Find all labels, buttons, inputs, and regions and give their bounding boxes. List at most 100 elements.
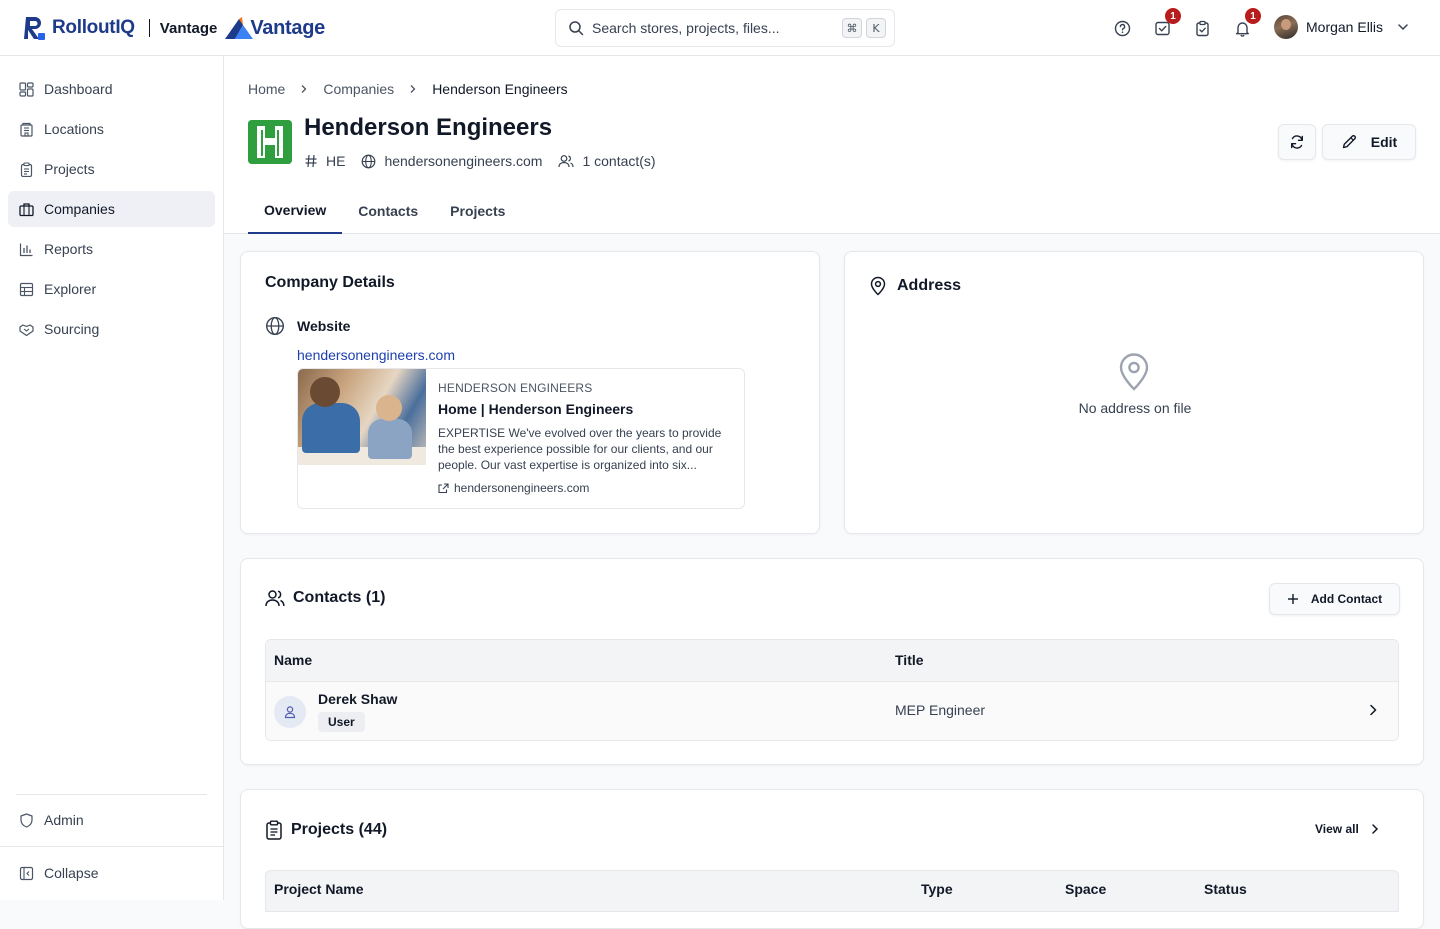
sidebar-item-companies[interactable]: Companies (8, 191, 215, 227)
contact-title: MEP Engineer (895, 702, 986, 718)
tasks-button[interactable]: 1 (1148, 8, 1181, 42)
tab-bar: Overview Contacts Projects (248, 188, 521, 234)
column-header-title[interactable]: Title (895, 652, 924, 668)
edit-button[interactable]: Edit (1322, 124, 1416, 160)
user-name: Morgan Ellis (1306, 19, 1384, 35)
henderson-h-logo-icon (248, 120, 292, 164)
role-badge: User (318, 712, 365, 732)
add-contact-button[interactable]: Add Contact (1269, 583, 1400, 615)
sidebar-divider (16, 794, 207, 795)
preview-url-text: hendersonengineers.com (454, 481, 590, 495)
sidebar-item-explorer[interactable]: Explorer (8, 271, 215, 307)
vantage-logo-word: Vantage (250, 16, 325, 39)
projects-header: Projects (44) (265, 820, 387, 840)
bar-chart-icon (18, 241, 34, 257)
refresh-button[interactable] (1278, 124, 1316, 160)
global-search[interactable]: ⌘ K (555, 9, 895, 47)
sidebar-collapse-icon (18, 865, 34, 881)
preview-url: hendersonengineers.com (438, 481, 589, 495)
sidebar: Dashboard Locations Projects Companies R… (0, 56, 224, 900)
contacts-header: Contacts (1) (265, 589, 385, 607)
website-link[interactable]: hendersonengineers.com (297, 347, 455, 363)
company-logo (248, 120, 292, 164)
contacts-title: Contacts (1) (293, 589, 386, 606)
sidebar-item-reports[interactable]: Reports (8, 231, 215, 267)
globe-icon (265, 316, 285, 336)
users-icon (558, 154, 575, 168)
company-details-title: Company Details (265, 274, 395, 291)
sidebar-item-dashboard[interactable]: Dashboard (8, 71, 215, 107)
edit-button-label: Edit (1370, 134, 1398, 150)
company-contacts-value: 1 contact(s) (582, 153, 656, 169)
top-icon-group: 1 1 (1108, 8, 1261, 42)
column-header-name[interactable]: Name (274, 652, 312, 668)
sidebar-item-label: Collapse (44, 865, 99, 881)
chevron-right-icon (408, 84, 418, 94)
company-code: HE (304, 153, 345, 169)
map-pin-icon (870, 276, 886, 296)
contacts-table: Name Title Derek Shaw User MEP Engineer (265, 639, 1399, 741)
rolloutiq-logo-icon (24, 17, 45, 40)
top-bar: RolloutIQ Vantage Vantage ⌘ K 1 (0, 0, 1440, 56)
shortcut-mod-key: ⌘ (842, 18, 862, 38)
table-header: Name Title (266, 640, 1398, 682)
notifications-badge: 1 (1245, 8, 1261, 24)
preview-site-name: HENDERSON ENGINEERS (438, 381, 593, 395)
view-all-projects-link[interactable]: View all (1315, 822, 1381, 836)
vantage-mountain-icon (225, 17, 254, 39)
brand-divider (148, 19, 150, 37)
breadcrumb: Home Companies Henderson Engineers (248, 81, 568, 97)
tab-overview[interactable]: Overview (248, 188, 343, 234)
breadcrumb-home[interactable]: Home (248, 81, 285, 97)
link-preview-card[interactable]: HENDERSON ENGINEERS Home | Henderson Eng… (297, 368, 745, 509)
preview-description: EXPERTISE We've evolved over the years t… (438, 426, 722, 472)
breadcrumb-companies[interactable]: Companies (323, 81, 394, 97)
shield-icon (18, 812, 34, 828)
search-icon (569, 21, 584, 36)
user-avatar (1274, 15, 1298, 39)
user-icon (284, 706, 296, 719)
notifications-button[interactable]: 1 (1228, 8, 1261, 42)
column-header-space[interactable]: Space (1065, 881, 1106, 897)
link-preview-image (298, 369, 426, 465)
help-button[interactable] (1108, 14, 1136, 42)
search-input[interactable] (592, 20, 838, 36)
sidebar-item-label: Reports (44, 241, 94, 257)
dashboard-icon (18, 81, 34, 97)
user-menu[interactable]: Morgan Ellis (1274, 15, 1409, 39)
column-header-status[interactable]: Status (1204, 881, 1247, 897)
brand[interactable]: RolloutIQ Vantage Vantage (24, 14, 325, 42)
chevron-right-icon (1366, 703, 1380, 717)
website-label: Website (297, 318, 351, 334)
table-row[interactable]: Derek Shaw User MEP Engineer (266, 682, 1398, 740)
sidebar-item-sourcing[interactable]: Sourcing (8, 311, 215, 347)
sidebar-item-locations[interactable]: Locations (8, 111, 215, 147)
address-empty-text: No address on file (1078, 400, 1192, 416)
company-meta: HE hendersonengineers.com 1 contact(s) (304, 153, 672, 169)
briefcase-icon (18, 201, 34, 217)
sidebar-item-label: Companies (44, 201, 115, 217)
projects-card: Projects (44) View all Project Name Type… (240, 789, 1424, 929)
sidebar-item-label: Explorer (44, 281, 97, 297)
projects-table-header: Project Name Type Space Status (265, 870, 1399, 912)
page-title: Henderson Engineers (304, 114, 553, 141)
view-all-label: View all (1315, 822, 1359, 836)
column-header-type[interactable]: Type (921, 881, 953, 897)
sidebar-item-projects[interactable]: Projects (8, 151, 215, 187)
tab-projects[interactable]: Projects (434, 188, 521, 234)
address-header: Address (869, 276, 961, 296)
clipboard-button[interactable] (1188, 14, 1216, 42)
company-website-meta[interactable]: hendersonengineers.com (361, 153, 542, 169)
tab-contacts[interactable]: Contacts (342, 188, 434, 234)
sidebar-item-admin[interactable]: Admin (8, 802, 215, 838)
collapse-sidebar-button[interactable]: Collapse (8, 855, 215, 891)
chevron-right-icon (1369, 823, 1381, 835)
vantage-logo: Vantage (225, 17, 325, 40)
clipboard-list-icon (266, 820, 282, 840)
company-code-value: HE (326, 153, 346, 169)
column-header-project-name[interactable]: Project Name (274, 881, 363, 897)
clipboard-check-icon (1195, 20, 1209, 36)
tasks-badge: 1 (1165, 8, 1181, 24)
contact-avatar (274, 696, 306, 728)
address-card: Address No address on file (844, 251, 1424, 534)
